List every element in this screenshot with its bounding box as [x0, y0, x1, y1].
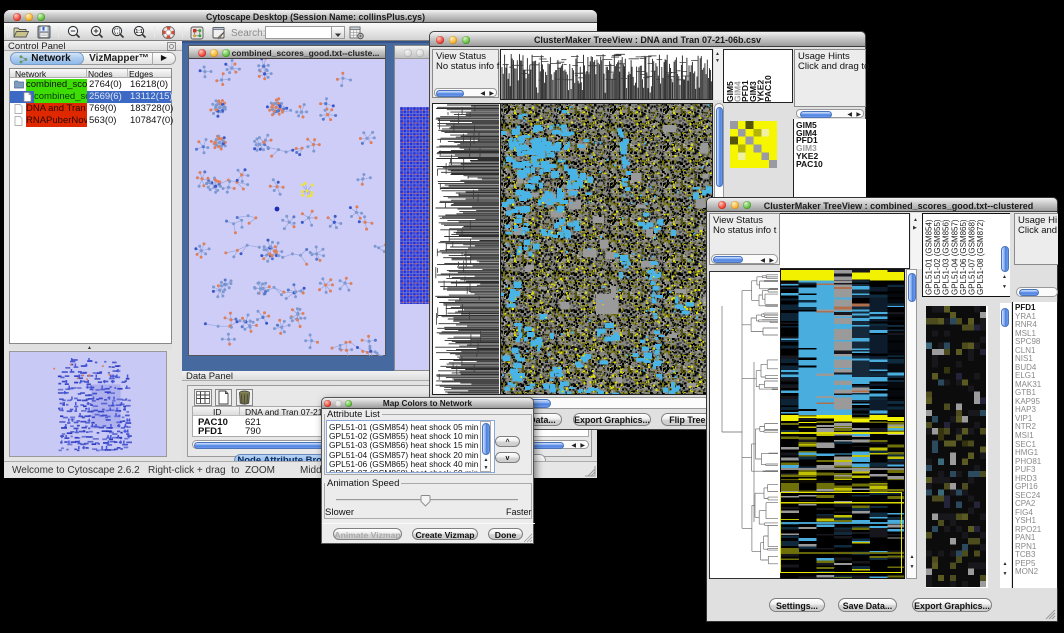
svg-text:1:1: 1:1: [135, 29, 142, 35]
svg-text:PAC10: PAC10: [763, 75, 773, 102]
svg-text:GPL51-08 (GSM872): GPL51-08 (GSM872): [976, 219, 985, 295]
